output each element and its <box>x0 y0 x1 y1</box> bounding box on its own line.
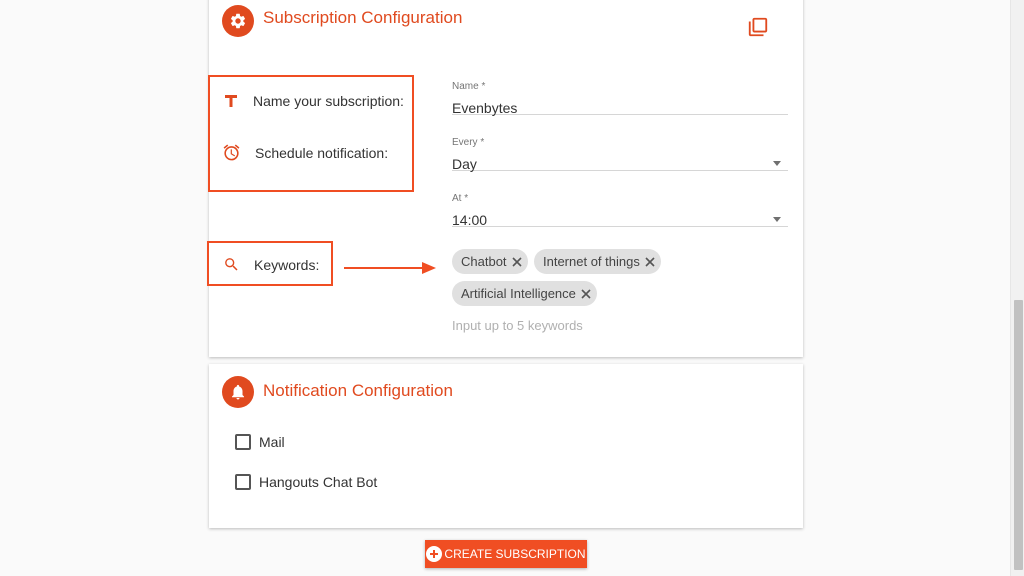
copy-icon[interactable] <box>747 16 769 38</box>
name-input[interactable]: Evenbytes <box>452 93 788 116</box>
add-circle-icon <box>426 546 443 562</box>
mail-option-label: Mail <box>259 434 285 450</box>
at-selected: 14:00 <box>452 212 488 228</box>
mail-option[interactable]: Mail <box>235 434 285 450</box>
scrollbar[interactable] <box>1010 0 1024 576</box>
every-field-label: Every * <box>452 137 485 148</box>
name-field[interactable]: Name * Evenbytes <box>452 80 788 116</box>
mail-checkbox[interactable] <box>235 434 251 450</box>
keyword-chip: Internet of things <box>534 249 661 274</box>
dropdown-arrow-icon[interactable] <box>773 161 781 166</box>
close-icon[interactable] <box>510 255 524 269</box>
every-select[interactable]: Every * Day <box>452 136 788 172</box>
hangouts-option-label: Hangouts Chat Bot <box>259 474 378 490</box>
name-field-label: Name * <box>452 81 486 92</box>
bell-icon <box>222 376 254 408</box>
create-subscription-label: CREATE SUBSCRIPTION <box>444 547 586 561</box>
at-value[interactable]: 14:00 <box>452 205 788 228</box>
close-icon[interactable] <box>643 255 657 269</box>
notification-card: Notification Configuration Mail Hangouts… <box>209 364 803 528</box>
gear-icon <box>222 5 254 37</box>
keyword-chip-label: Chatbot <box>461 254 507 269</box>
at-select[interactable]: At * 14:00 <box>452 192 788 228</box>
hangouts-checkbox[interactable] <box>235 474 251 490</box>
keyword-chip-label: Artificial Intelligence <box>461 286 576 301</box>
scrollbar-thumb[interactable] <box>1014 300 1023 570</box>
keywords-hint: Input up to 5 keywords <box>452 318 583 333</box>
arrow-annotation-icon <box>344 262 436 274</box>
every-value[interactable]: Day <box>452 149 788 172</box>
create-subscription-button[interactable]: CREATE SUBSCRIPTION <box>425 540 587 568</box>
close-icon[interactable] <box>579 287 593 301</box>
highlight-box-keywords <box>207 241 333 286</box>
keyword-chip: Artificial Intelligence <box>452 281 597 306</box>
section-title-subscription: Subscription Configuration <box>263 8 463 27</box>
at-field-label: At * <box>452 193 469 204</box>
dropdown-arrow-icon[interactable] <box>773 217 781 222</box>
every-selected: Day <box>452 156 477 172</box>
keyword-chip-label: Internet of things <box>543 254 640 269</box>
highlight-box-name-schedule <box>208 75 414 192</box>
hangouts-option[interactable]: Hangouts Chat Bot <box>235 474 377 490</box>
section-title-notification: Notification Configuration <box>263 381 453 400</box>
keyword-chip: Chatbot <box>452 249 528 274</box>
